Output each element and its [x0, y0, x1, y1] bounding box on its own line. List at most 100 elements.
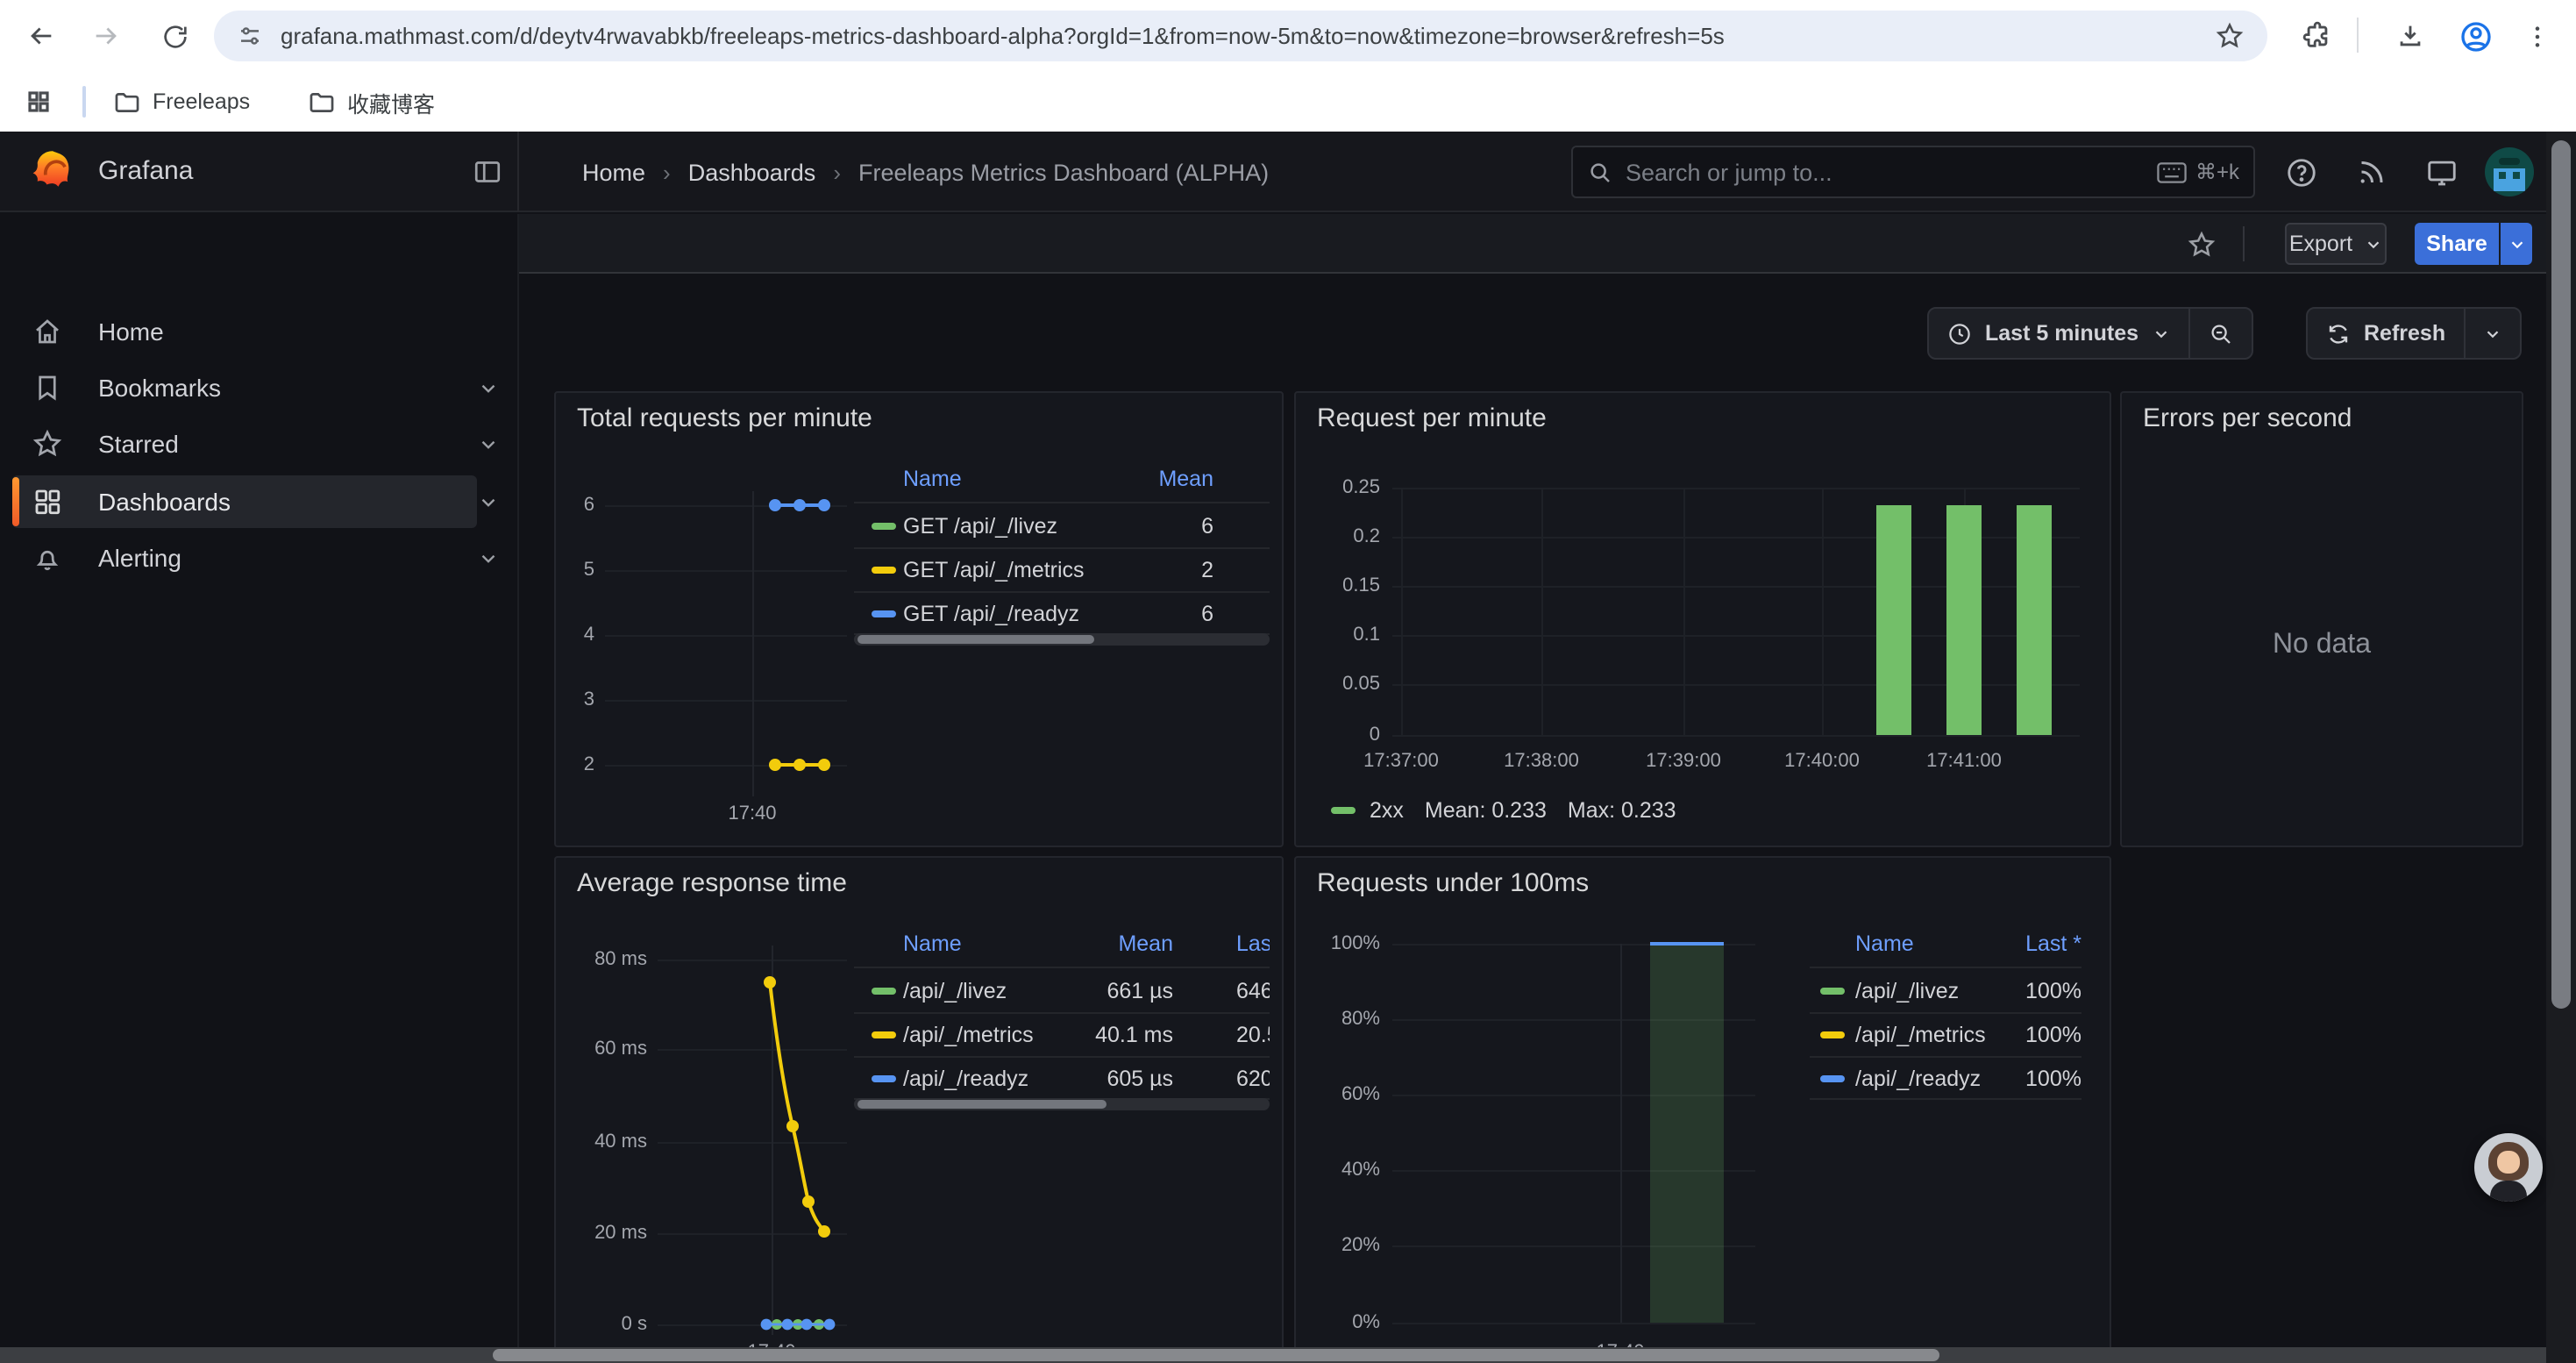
back-icon[interactable]	[19, 14, 63, 58]
series-swatch	[872, 1075, 896, 1082]
sidebar-item-starred[interactable]: Starred	[0, 417, 519, 470]
panel-average-response-time[interactable]: Average response time 80 ms 60 ms 40 ms …	[554, 856, 1284, 1363]
panel-total-requests[interactable]: Total requests per minute 6 5 4 3 2 17:4…	[554, 391, 1284, 847]
refresh-label: Refresh	[2364, 321, 2445, 346]
legend-scrollbar[interactable]	[854, 633, 1270, 646]
monitor-icon[interactable]	[2422, 153, 2460, 191]
sidebar-item-home[interactable]: Home	[0, 305, 519, 358]
breadcrumb-dashboards[interactable]: Dashboards	[688, 159, 816, 185]
export-button[interactable]: Export	[2285, 223, 2387, 265]
downloads-icon[interactable]	[2388, 14, 2432, 58]
legend-scrollbar[interactable]	[854, 1098, 1270, 1110]
apps-grid-icon[interactable]	[25, 84, 53, 119]
forward-icon[interactable]	[84, 14, 128, 58]
area-top-line	[1650, 942, 1724, 946]
bookmark-star-icon[interactable]	[2211, 18, 2246, 54]
export-label: Export	[2289, 232, 2352, 256]
series-mean: 605 µs	[1064, 1067, 1173, 1091]
legend-row[interactable]: /api/_/readyz 605 µs 620 µs	[854, 1060, 1270, 1100]
chevron-down-icon[interactable]	[477, 433, 500, 456]
y-tick: 0	[1296, 724, 1380, 746]
browser-menu-icon[interactable]	[2515, 14, 2558, 58]
y-tick: 0.25	[1296, 477, 1380, 498]
reload-icon[interactable]	[153, 14, 196, 58]
legend-row[interactable]: GET /api/_/readyz 6	[854, 595, 1270, 635]
search-input[interactable]: Search or jump to... ⌘+k	[1571, 146, 2255, 198]
share-menu-button[interactable]	[2501, 223, 2532, 265]
series-last: 100%	[1976, 1067, 2081, 1091]
time-range-group: Last 5 minutes	[1927, 307, 2252, 360]
series-last: 620 µs	[1236, 1067, 1270, 1091]
legend-header-name[interactable]: Name	[903, 467, 962, 491]
time-range-picker[interactable]: Last 5 minutes	[1929, 309, 2188, 358]
legend[interactable]: 2xx Mean: 0.233 Max: 0.233	[1331, 795, 1676, 826]
toolbar-divider	[2243, 226, 2245, 261]
refresh-interval-button[interactable]	[2465, 309, 2519, 358]
sidebar-item-bookmarks[interactable]: Bookmarks	[0, 361, 519, 414]
vertical-scrollbar[interactable]	[2546, 132, 2576, 1363]
chevron-down-icon[interactable]	[477, 377, 500, 400]
series-swatch	[1331, 807, 1356, 814]
panel-requests-under-100ms[interactable]: Requests under 100ms 100% 80% 60% 40% 20…	[1294, 856, 2111, 1363]
chevron-down-icon[interactable]	[477, 547, 500, 570]
site-settings-icon[interactable]	[231, 18, 267, 54]
panel-request-per-minute[interactable]: Request per minute 0.25 0.2 0.15 0.1 0.0…	[1294, 391, 2111, 847]
bookmarks-divider	[82, 86, 86, 118]
legend-row[interactable]: /api/_/metrics 40.1 ms 20.5 ms	[854, 1016, 1270, 1056]
refresh-button[interactable]: Refresh	[2308, 309, 2463, 358]
home-icon	[32, 316, 63, 347]
series-name: 2xx	[1370, 798, 1404, 823]
legend-row[interactable]: GET /api/_/metrics 2	[854, 551, 1270, 591]
breadcrumb-separator: ›	[833, 159, 841, 185]
favorite-star-icon[interactable]	[2185, 228, 2217, 260]
mega-menu-toggle-icon[interactable]	[470, 154, 505, 189]
vertical-scrollbar-thumb[interactable]	[2551, 140, 2571, 1009]
extensions-icon[interactable]	[2295, 14, 2339, 58]
legend-row[interactable]: /api/_/metrics 100%	[1810, 1016, 2081, 1056]
browser-toolbar	[0, 0, 2576, 72]
y-tick: 60%	[1296, 1084, 1380, 1105]
panel-errors-per-second[interactable]: Errors per second No data	[2120, 391, 2523, 847]
bookmark-label: Freeleaps	[153, 89, 250, 114]
series-name: /api/_/metrics	[903, 1023, 1034, 1047]
series-name: /api/_/readyz	[1855, 1067, 1981, 1091]
avatar-detail	[2499, 172, 2506, 179]
chevron-down-icon[interactable]	[477, 491, 500, 514]
legend-table: Name Mean GET /api/_/livez 6 GET /api/_/…	[854, 463, 1270, 660]
active-item-accent	[12, 477, 19, 526]
legend-header-name[interactable]: Name	[903, 931, 962, 956]
legend-row[interactable]: /api/_/livez 661 µs 646 µs	[854, 972, 1270, 1012]
bookmark-folder-blogs[interactable]: 收藏博客	[307, 84, 435, 119]
url-input[interactable]	[281, 23, 2211, 49]
legend-header-name[interactable]: Name	[1855, 931, 1914, 956]
share-button[interactable]: Share	[2415, 223, 2499, 265]
horizontal-scrollbar[interactable]	[0, 1347, 2546, 1363]
horizontal-scrollbar-thumb[interactable]	[493, 1349, 1939, 1361]
legend-header-last[interactable]: Last *	[1236, 931, 1270, 956]
clock-icon	[1946, 320, 1973, 346]
zoom-out-button[interactable]	[2189, 309, 2251, 358]
grafana-logo-icon[interactable]	[28, 147, 77, 196]
dashboard-toolbar: Export Share	[519, 214, 2546, 274]
user-avatar[interactable]	[2485, 147, 2534, 196]
legend-row[interactable]: /api/_/readyz 100%	[1810, 1060, 2081, 1100]
profile-icon[interactable]	[2453, 14, 2497, 58]
news-rss-icon[interactable]	[2352, 153, 2390, 191]
legend-header-mean[interactable]: Mean	[1117, 467, 1213, 491]
bookmark-folder-freeleaps[interactable]: Freeleaps	[112, 84, 250, 119]
legend-row[interactable]: GET /api/_/livez 6	[854, 507, 1270, 547]
legend-header-mean[interactable]: Mean	[1064, 931, 1173, 956]
y-tick: 0%	[1296, 1312, 1380, 1333]
assistant-avatar[interactable]	[2474, 1133, 2543, 1202]
help-icon[interactable]	[2281, 153, 2320, 191]
series-max: Max: 0.233	[1568, 798, 1676, 823]
legend-header-last[interactable]: Last *	[1976, 931, 2081, 956]
series-swatch	[1820, 988, 1845, 995]
sidebar-item-alerting[interactable]: Alerting	[0, 532, 519, 584]
url-bar[interactable]	[214, 11, 2267, 61]
series-swatch	[1820, 1075, 1845, 1082]
sidebar-item-dashboards[interactable]: Dashboards	[0, 475, 519, 528]
breadcrumb-home[interactable]: Home	[582, 159, 645, 185]
sidebar-item-label: Dashboards	[98, 488, 231, 516]
legend-row[interactable]: /api/_/livez 100%	[1810, 972, 2081, 1012]
